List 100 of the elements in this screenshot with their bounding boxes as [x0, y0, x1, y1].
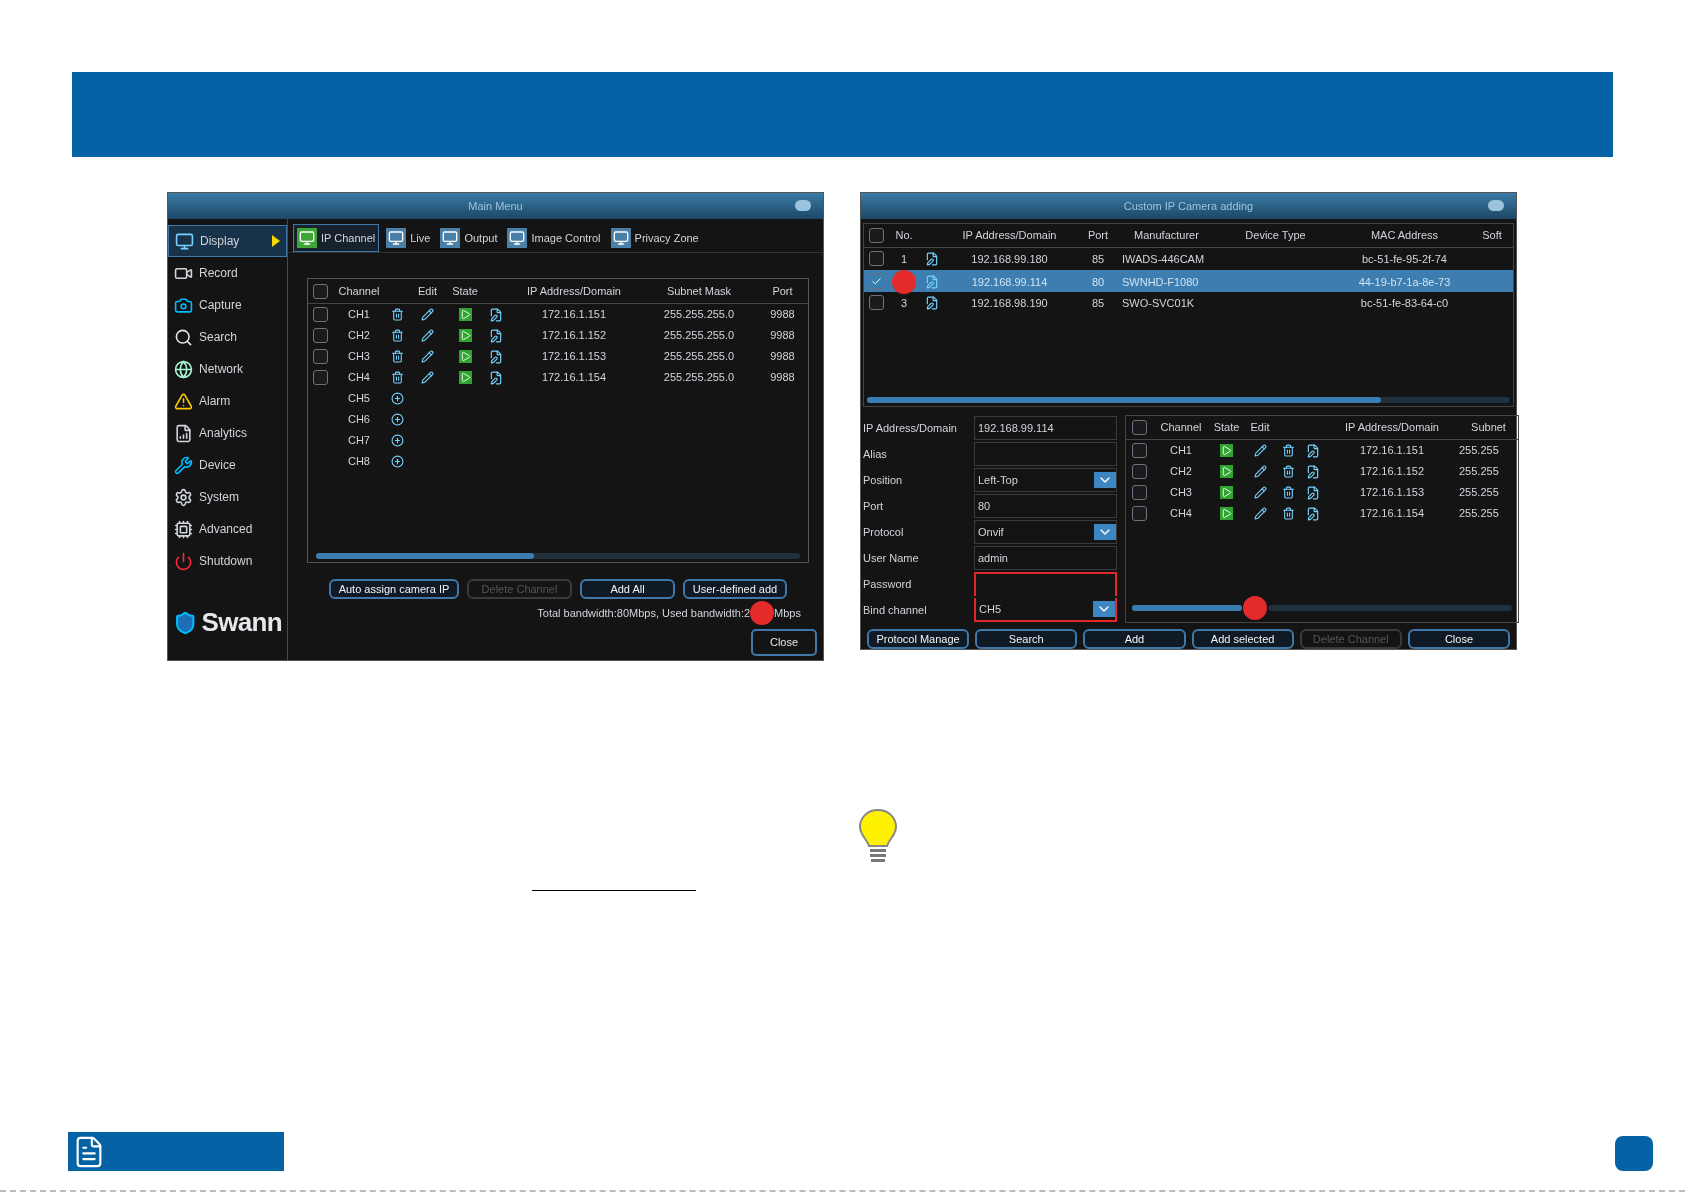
title-bar-icon[interactable] — [795, 200, 811, 211]
trash-icon[interactable] — [1281, 444, 1295, 457]
pencil-icon[interactable] — [1253, 507, 1267, 520]
pencil-icon[interactable] — [421, 308, 434, 321]
trash-icon[interactable] — [391, 371, 404, 384]
sidebar-item[interactable]: Search — [168, 321, 287, 353]
add-icon[interactable] — [391, 413, 404, 426]
pencil-icon[interactable] — [421, 350, 434, 363]
edit-document-icon[interactable] — [488, 328, 503, 343]
tab[interactable]: IP Channel — [293, 224, 380, 252]
checkbox[interactable] — [1132, 506, 1147, 521]
edit-document-icon[interactable] — [925, 251, 939, 266]
camera-row[interactable]: 3 192.168.98.190 85 SWO-SVC01K bc-51-fe-83-64-c0 — [864, 291, 1513, 314]
dropdown-field[interactable]: Onvif — [974, 520, 1117, 544]
edit-document-icon[interactable] — [1305, 464, 1320, 479]
edit-document-icon[interactable] — [925, 295, 939, 310]
dialog-button[interactable]: Auto assign camera IP — [329, 579, 459, 599]
add-icon[interactable] — [391, 455, 404, 468]
edit-document-icon[interactable] — [488, 349, 503, 364]
input-field[interactable]: 80 — [974, 494, 1117, 518]
pencil-icon[interactable] — [421, 371, 434, 384]
checkbox[interactable] — [313, 328, 328, 343]
add-icon[interactable] — [391, 434, 404, 447]
table-cell-text: CH7 — [347, 433, 371, 449]
trash-icon[interactable] — [391, 308, 404, 321]
pencil-icon[interactable] — [1253, 444, 1267, 457]
checkbox[interactable] — [869, 251, 884, 267]
table-cell-text: CH1 — [1169, 443, 1193, 459]
column-header: MAC Address — [1369, 228, 1440, 243]
trash-icon[interactable] — [1281, 465, 1295, 478]
sidebar-item[interactable]: Device — [168, 449, 287, 481]
title-bar-icon[interactable] — [1488, 200, 1504, 211]
scrollbar[interactable] — [1132, 605, 1242, 611]
edit-document-icon[interactable] — [488, 370, 503, 385]
table-cell-text: 192.168.99.114 — [970, 274, 1049, 290]
dialog-button[interactable]: User-defined add — [683, 579, 787, 599]
camera-row[interactable]: 192.168.99.114 80 SWNHD-F1080 44-19-b7-1a-8e-73 — [864, 269, 1513, 292]
tab[interactable]: Live — [383, 224, 434, 252]
edit-document-icon[interactable] — [1305, 443, 1320, 458]
sidebar-item[interactable]: Shutdown — [168, 545, 287, 577]
scrollbar[interactable] — [1268, 605, 1512, 611]
edit-document-icon[interactable] — [488, 307, 503, 322]
checkbox[interactable] — [313, 370, 328, 385]
field-label: Protocol — [863, 524, 905, 540]
camera-row[interactable]: 1 192.168.99.180 85 IWADS-446CAM bc-51-fe-95-2f-74 — [864, 247, 1513, 270]
tab[interactable]: Output — [437, 224, 501, 252]
sidebar-item[interactable]: Analytics — [168, 417, 287, 449]
dropdown-field[interactable]: Left-Top — [974, 468, 1117, 492]
pencil-icon[interactable] — [421, 329, 434, 342]
play-icon — [458, 329, 472, 342]
sidebar-item[interactable]: System — [168, 481, 287, 513]
scrollbar[interactable] — [867, 397, 1510, 403]
checkbox[interactable] — [869, 227, 884, 243]
scrollbar[interactable] — [316, 553, 800, 559]
table-cell-text: 192.168.98.190 — [970, 295, 1049, 311]
close-button[interactable]: Close — [751, 629, 817, 656]
dialog-button[interactable]: Search — [975, 629, 1078, 649]
edit-document-icon[interactable] — [1305, 506, 1320, 521]
sidebar-item[interactable]: Alarm — [168, 385, 287, 417]
dialog-button[interactable]: Close — [1407, 629, 1511, 649]
dropdown-field[interactable]: CH5 — [974, 598, 1117, 622]
page-badge — [1615, 1136, 1653, 1171]
checkbox[interactable] — [1132, 464, 1147, 479]
checkbox[interactable] — [869, 295, 884, 311]
sidebar-item[interactable]: Advanced — [168, 513, 287, 545]
checkbox[interactable] — [313, 283, 328, 299]
input-field[interactable]: 192.168.99.114 — [974, 416, 1117, 440]
play-icon — [458, 308, 472, 321]
dialog-button[interactable]: Add selected — [1191, 629, 1294, 649]
dialog-button[interactable]: Add — [1083, 629, 1186, 649]
sidebar-item[interactable]: Record — [168, 257, 287, 289]
checkbox[interactable] — [869, 274, 884, 290]
input-field[interactable] — [974, 572, 1117, 596]
footer-tab[interactable] — [68, 1132, 284, 1171]
trash-icon[interactable] — [391, 350, 404, 363]
checkbox[interactable] — [313, 349, 328, 364]
sidebar-item[interactable]: Capture — [168, 289, 287, 321]
input-field[interactable]: admin — [974, 546, 1117, 570]
add-icon[interactable] — [391, 392, 404, 405]
trash-icon[interactable] — [391, 329, 404, 342]
column-header: Edit — [417, 283, 438, 299]
input-field[interactable] — [974, 442, 1117, 466]
checkbox[interactable] — [1132, 420, 1147, 435]
sidebar-item[interactable]: Display — [168, 225, 287, 257]
checkbox[interactable] — [313, 307, 328, 322]
checkbox[interactable] — [1132, 485, 1147, 500]
edit-document-icon[interactable] — [1305, 485, 1320, 500]
tab[interactable]: Image Control — [504, 224, 604, 252]
sidebar-item[interactable]: Network — [168, 353, 287, 385]
column-header: Soft — [1481, 228, 1503, 243]
dialog-button[interactable]: Protocol Manage — [867, 629, 970, 649]
dialog-button[interactable]: Add All — [580, 579, 675, 599]
table-cell-text: 172.16.1.154 — [540, 370, 608, 386]
trash-icon[interactable] — [1281, 507, 1295, 520]
trash-icon[interactable] — [1281, 486, 1295, 499]
tab[interactable]: Privacy Zone — [607, 224, 702, 252]
pencil-icon[interactable] — [1253, 465, 1267, 478]
checkbox[interactable] — [1132, 443, 1147, 458]
table-cell-text: bc-51-fe-83-64-c0 — [1359, 295, 1450, 311]
pencil-icon[interactable] — [1253, 486, 1267, 499]
